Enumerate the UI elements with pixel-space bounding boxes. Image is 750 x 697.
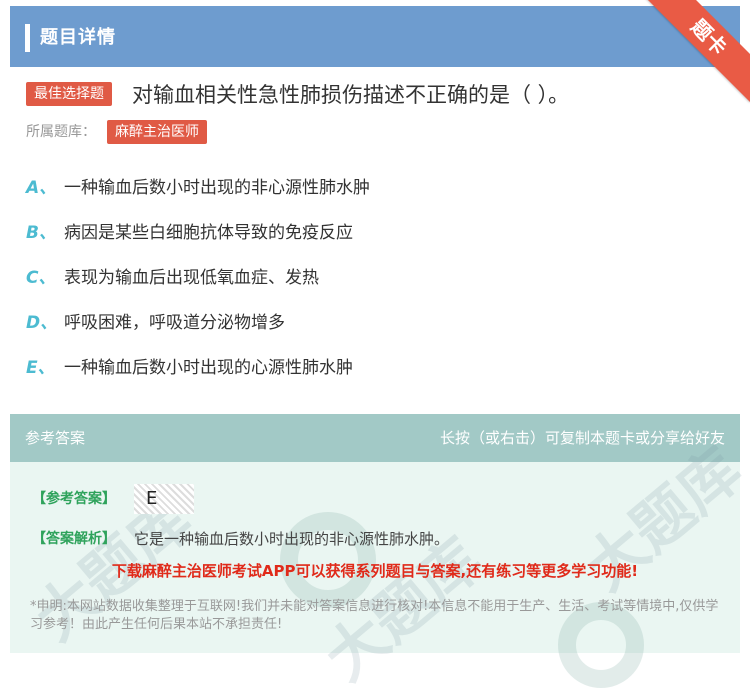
corner-ribbon: 题卡 [640,0,750,110]
question-type-tag: 最佳选择题 [26,82,112,106]
answer-section-title: 参考答案 [25,429,86,447]
option-letter: D、 [26,313,58,333]
option-letter: A、 [26,178,57,198]
option-c[interactable]: C、 表现为输血后出现低氧血症、发热 [26,266,319,290]
page-header: 题目详情 [10,6,740,67]
option-text: 表现为输血后出现低氧血症、发热 [64,268,319,288]
header-accent-bar [25,24,30,52]
page-title: 题目详情 [40,27,116,48]
option-text: 呼吸困难，呼吸道分泌物增多 [64,313,285,333]
option-b[interactable]: B、 病因是某些白细胞抗体导致的免疫反应 [26,221,353,245]
option-letter: E、 [26,358,55,378]
option-text: 一种输血后数小时出现的心源性肺水肿 [64,358,353,378]
ribbon-label: 题卡 [643,0,750,103]
analysis-text: 它是一种输血后数小时出现的非心源性肺水肿。 [134,530,450,548]
question-bank-label: 所属题库： [26,124,96,140]
question-text: 对输血相关性急性肺损伤描述不正确的是（ ）。 [132,83,570,107]
option-d[interactable]: D、 呼吸困难，呼吸道分泌物增多 [26,311,285,335]
option-e[interactable]: E、 一种输血后数小时出现的心源性肺水肿 [26,356,353,380]
answer-value: E [134,484,194,514]
option-text: 一种输血后数小时出现的非心源性肺水肿 [64,178,370,198]
answer-label: 【参考答案】 [32,491,116,507]
option-a[interactable]: A、 一种输血后数小时出现的非心源性肺水肿 [26,176,370,200]
question-bank-tag[interactable]: 麻醉主治医师 [107,120,207,144]
option-letter: B、 [26,223,56,243]
disclaimer: *申明:本网站数据收集整理于互联网!我们并未能对答案信息进行核对!本信息不能用于… [30,599,719,632]
option-text: 病因是某些白细胞抗体导致的免疫反应 [64,223,353,243]
answer-section-header: 参考答案 长按（或右击）可复制本题卡或分享给好友 [10,414,740,462]
app-download-promo[interactable]: 下载麻醉主治医师考试APP可以获得系列题目与答案,还有练习等更多学习功能! [0,560,750,582]
option-letter: C、 [26,268,56,288]
analysis-label: 【答案解析】 [32,531,116,547]
